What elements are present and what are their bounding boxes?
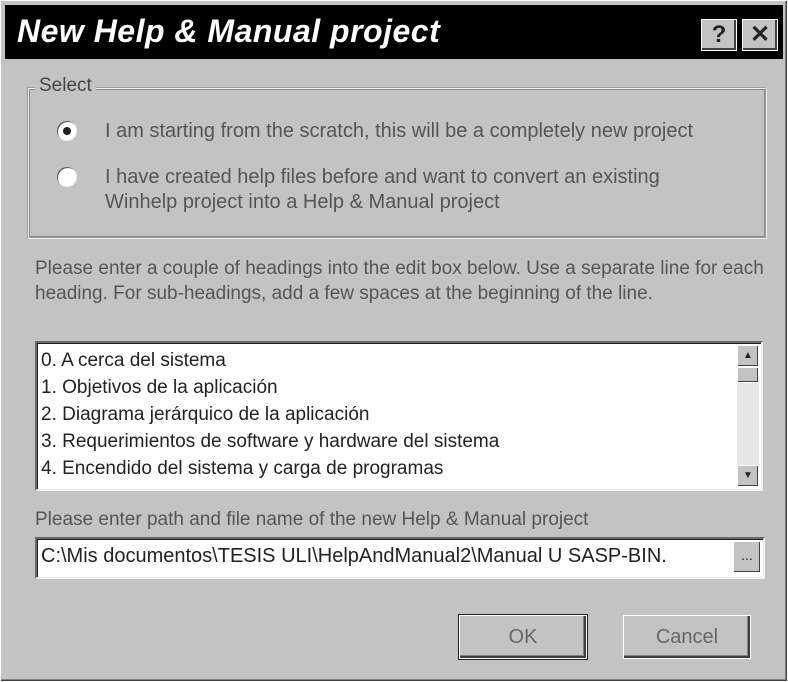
heading-line[interactable]: 2. Diagrama jerárquico de la aplicación <box>41 401 731 428</box>
cancel-button[interactable]: Cancel <box>623 615 751 659</box>
radio-new-project-button[interactable] <box>57 121 77 141</box>
scroll-up-icon[interactable]: ▲ <box>737 345 759 367</box>
select-groupbox <box>27 87 767 239</box>
radio-new-project-label[interactable]: I am starting from the scratch, this wil… <box>105 119 765 144</box>
help-button[interactable]: ? <box>701 19 737 51</box>
select-group-label: Select <box>35 75 96 97</box>
path-input[interactable]: C:\Mis documentos\TESIS ULI\HelpAndManua… <box>35 537 765 579</box>
heading-line[interactable]: 1. Objetivos de la aplicación <box>41 374 731 401</box>
title-bar[interactable]: New Help & Manual project ? ✕ <box>5 5 783 59</box>
path-value[interactable]: C:\Mis documentos\TESIS ULI\HelpAndManua… <box>41 545 731 568</box>
radio-new-project[interactable]: I am starting from the scratch, this wil… <box>57 119 765 144</box>
browse-button[interactable]: ... <box>733 541 761 573</box>
window-title: New Help & Manual project <box>17 13 441 49</box>
scroll-thumb[interactable] <box>737 367 759 383</box>
ok-button[interactable]: OK <box>458 614 588 660</box>
path-label: Please enter path and file name of the n… <box>35 509 589 530</box>
radio-convert-project[interactable]: I have created help files before and wan… <box>57 165 735 215</box>
scroll-down-icon[interactable]: ▼ <box>737 465 759 487</box>
radio-convert-project-button[interactable] <box>57 167 77 187</box>
close-button[interactable]: ✕ <box>742 19 778 51</box>
headings-instructions: Please enter a couple of headings into t… <box>35 258 764 304</box>
heading-line[interactable]: 4. Encendido del sistema y carga de prog… <box>41 455 731 482</box>
heading-line[interactable]: 0. A cerca del sistema <box>41 347 731 374</box>
headings-lines[interactable]: 0. A cerca del sistema 1. Objetivos de l… <box>41 347 731 482</box>
headings-scrollbar[interactable]: ▲ ▼ <box>737 345 759 487</box>
radio-convert-project-label[interactable]: I have created help files before and wan… <box>105 165 735 215</box>
new-project-dialog: New Help & Manual project ? ✕ Select I a… <box>0 0 788 682</box>
heading-line[interactable]: 3. Requerimientos de software y hardware… <box>41 428 731 455</box>
headings-memo[interactable]: 0. A cerca del sistema 1. Objetivos de l… <box>35 341 763 491</box>
